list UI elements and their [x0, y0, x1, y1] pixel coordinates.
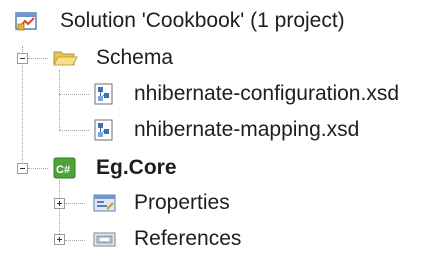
references-icon: [92, 227, 116, 251]
tree-node-xsd-file[interactable]: nhibernate-configuration.xsd: [0, 76, 446, 112]
tree-node-properties[interactable]: Properties: [0, 185, 446, 221]
references-label: References: [134, 227, 242, 250]
tree-node-project[interactable]: C# Eg.Core: [0, 150, 446, 186]
xsd-file-label: nhibernate-configuration.xsd: [134, 82, 400, 105]
svg-text:C#: C#: [56, 164, 70, 176]
collapse-toggle[interactable]: [17, 53, 28, 64]
expand-toggle[interactable]: [54, 234, 65, 245]
tree-node-references[interactable]: References: [0, 221, 446, 257]
tree-node-solution[interactable]: Solution 'Cookbook' (1 project): [0, 3, 446, 39]
tree-node-xsd-file[interactable]: nhibernate-mapping.xsd: [0, 112, 446, 148]
csharp-project-icon: C#: [52, 155, 76, 179]
project-label: Eg.Core: [96, 156, 177, 179]
xsd-file-icon: [92, 118, 116, 142]
solution-explorer-tree: Solution 'Cookbook' (1 project) Schema n…: [0, 0, 446, 253]
properties-icon: [92, 191, 116, 215]
solution-icon: [14, 9, 38, 33]
folder-open-icon: [52, 46, 78, 70]
xsd-file-icon: [92, 82, 116, 106]
solution-label: Solution 'Cookbook' (1 project): [60, 9, 345, 32]
tree-node-schema-folder[interactable]: Schema: [0, 40, 446, 76]
schema-folder-label: Schema: [96, 46, 174, 69]
xsd-file-label: nhibernate-mapping.xsd: [134, 118, 360, 141]
expand-toggle[interactable]: [54, 198, 65, 209]
collapse-toggle[interactable]: [17, 163, 28, 174]
properties-label: Properties: [134, 191, 230, 214]
